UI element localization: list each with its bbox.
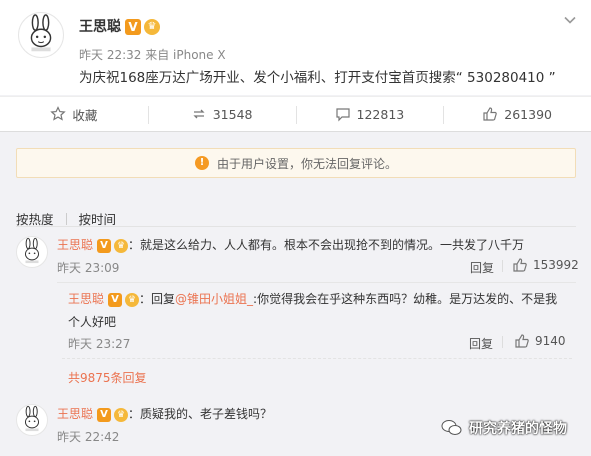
sub-reply-time: 昨天 23:27 bbox=[68, 337, 131, 351]
comment-like-count: 153992 bbox=[533, 258, 579, 272]
vip-crown-icon: ♛ bbox=[114, 238, 129, 253]
sub-reply-divider bbox=[62, 358, 572, 359]
repost-count: 31548 bbox=[212, 106, 253, 122]
post-author-line: 王思聪 V ♛ bbox=[79, 16, 160, 36]
notice-text: 由于用户设置，你无法回复评论。 bbox=[216, 156, 397, 171]
rabbit-avatar-icon bbox=[24, 237, 40, 264]
sub-reply-author[interactable]: 王思聪 bbox=[68, 292, 104, 306]
sort-tabs-divider bbox=[16, 226, 576, 227]
tab-divider bbox=[65, 212, 67, 225]
sub-reply-button[interactable]: 回复 bbox=[469, 335, 493, 352]
warning-icon: ! bbox=[194, 156, 209, 170]
repost-button[interactable]: 31548 bbox=[147, 97, 296, 131]
thumbs-up-icon bbox=[483, 107, 498, 121]
comment-author[interactable]: 王思聪 bbox=[57, 238, 93, 252]
weibo-post: 王思聪 V ♛ 昨天 22:32 来自 iPhone X 为庆祝168座万达广场开业… bbox=[0, 0, 591, 95]
comment-body: 王思聪 V ♛ ：质疑我的、老子差钱吗？ bbox=[57, 405, 272, 422]
comment-text: ：就是这么给力、人人都有。根本不会出现抢不到的情况。一共发了八千万 bbox=[128, 238, 525, 252]
verified-badge-icon: V bbox=[97, 407, 112, 422]
rabbit-avatar-icon bbox=[24, 405, 40, 432]
comment-avatar[interactable] bbox=[16, 404, 48, 436]
comment-icon bbox=[335, 108, 350, 122]
favorite-button[interactable]: 收藏 bbox=[0, 97, 148, 131]
like-button[interactable]: 261390 bbox=[443, 97, 591, 131]
comment-time: 昨天 23:09 bbox=[57, 261, 120, 275]
like-count: 261390 bbox=[504, 106, 552, 122]
verified-badge-icon: V bbox=[125, 19, 141, 35]
comment-author[interactable]: 王思聪 bbox=[57, 407, 93, 421]
comment-body: 王思聪 V ♛ ：就是这么给力、人人都有。根本不会出现抢不到的情况。一共发了八千万 bbox=[57, 236, 524, 253]
thumbs-up-icon bbox=[513, 258, 527, 272]
comment-button[interactable]: 122813 bbox=[295, 97, 444, 131]
post-meta: 昨天 22:32 来自 iPhone X bbox=[79, 48, 226, 62]
favorite-label: 收藏 bbox=[72, 107, 98, 123]
post-author-name[interactable]: 王思聪 bbox=[79, 19, 121, 35]
wechat-logo-icon bbox=[441, 420, 462, 435]
sub-reply-body: 王思聪 V ♛ ：回复@锥田小姐姐_:你觉得我会在乎这种东西吗？幼稚。是万达发的、不是… bbox=[68, 290, 557, 307]
author-avatar[interactable] bbox=[18, 12, 64, 58]
thumbs-up-icon bbox=[515, 334, 529, 348]
post-text: 为庆祝168座万达广场开业、发个小福利、打开支付宝首页搜索“ 530280410… bbox=[79, 70, 556, 86]
action-divider bbox=[502, 260, 503, 272]
chevron-down-icon[interactable] bbox=[563, 13, 577, 27]
vip-crown-icon: ♛ bbox=[144, 19, 160, 35]
comment-avatar[interactable] bbox=[16, 236, 48, 268]
action-divider bbox=[502, 336, 503, 348]
sub-reply-prefix: ：回复 bbox=[139, 292, 176, 306]
post-action-bar: 收藏 31548 122813 261390 bbox=[0, 96, 591, 132]
comment-time: 昨天 22:42 bbox=[57, 430, 120, 444]
rabbit-avatar-icon bbox=[30, 14, 52, 52]
mention-link[interactable]: @锥田小姐姐_ bbox=[175, 292, 253, 306]
comment-count: 122813 bbox=[356, 106, 405, 122]
comment-text: ：质疑我的、老子差钱吗？ bbox=[128, 407, 273, 421]
more-replies-link[interactable]: 共9875条回复 bbox=[68, 369, 147, 386]
reply-button[interactable]: 回复 bbox=[470, 259, 494, 276]
sub-reply-text-line2: 个人好吧 bbox=[68, 315, 117, 329]
watermark-text: 研究养猪的怪物 bbox=[469, 421, 567, 437]
verified-badge-icon: V bbox=[108, 292, 123, 307]
verified-badge-icon: V bbox=[97, 238, 112, 253]
comment-like-button[interactable]: 153992 bbox=[512, 257, 579, 273]
vip-crown-icon: ♛ bbox=[125, 292, 140, 307]
sub-reply-like-count: 9140 bbox=[535, 334, 566, 348]
vip-crown-icon: ♛ bbox=[114, 407, 129, 422]
repost-icon bbox=[193, 109, 205, 119]
sub-reply-text-line1: :你觉得我会在乎这种东西吗？幼稚。是万达发的、不是我 bbox=[253, 292, 558, 306]
wechat-watermark: 研究养猪的怪物 bbox=[441, 418, 567, 438]
reply-disabled-notice: ! 由于用户设置，你无法回复评论。 bbox=[16, 148, 576, 178]
star-icon bbox=[50, 106, 67, 121]
sub-reply-like-button[interactable]: 9140 bbox=[514, 333, 566, 349]
